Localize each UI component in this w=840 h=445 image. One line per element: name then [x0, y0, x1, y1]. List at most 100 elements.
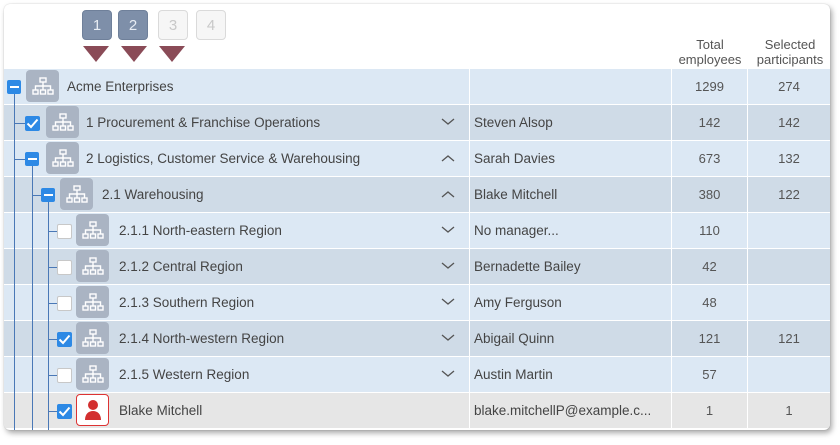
manager-name: Blake Mitchell [474, 187, 558, 202]
org-unit-name: 2 Logistics, Customer Service & Warehous… [86, 151, 361, 166]
chevron-up-icon[interactable] [440, 151, 456, 165]
manager-name: Austin Martin [474, 367, 553, 382]
org-unit-row[interactable]: 2 Logistics, Customer Service & Warehous… [4, 141, 830, 177]
org-unit-row[interactable]: 2.1.2 Central Region Bernadette Bailey 42 [4, 249, 830, 285]
org-chart-icon [76, 250, 109, 282]
total-employees-value: 110 [699, 223, 720, 238]
level-2-marker [121, 46, 147, 62]
org-unit-name: 1 Procurement & Franchise Operations [86, 115, 321, 130]
chevron-down-icon[interactable] [440, 223, 456, 237]
level-2-button[interactable]: 2 [118, 10, 148, 40]
chevron-up-icon[interactable] [440, 187, 456, 201]
org-chart-icon [76, 322, 109, 354]
person-name: Blake Mitchell [119, 403, 203, 418]
org-unit-row[interactable]: 2.1.3 Southern Region Amy Ferguson 48 [4, 285, 830, 321]
select-checkbox[interactable] [25, 116, 40, 131]
manager-name: Abigail Quinn [474, 331, 555, 346]
org-chart-icon [76, 214, 109, 246]
manager-name: Sarah Davies [474, 151, 556, 166]
tree-connector-line [48, 339, 57, 340]
org-chart-icon [46, 106, 79, 138]
selected-participants-value: 122 [778, 187, 800, 202]
selected-participants-header: Selected participants [756, 37, 824, 67]
select-checkbox[interactable] [57, 296, 72, 311]
tree-connector-line [48, 231, 57, 232]
selected-participants-value: 132 [778, 151, 800, 166]
org-unit-name: 2.1 Warehousing [102, 187, 204, 202]
level-1-button[interactable]: 1 [82, 10, 112, 40]
level-3-button[interactable]: 3 [158, 10, 188, 40]
tree-connector-line [48, 303, 57, 304]
user-icon [76, 394, 109, 426]
tree-connector-line [14, 94, 15, 430]
selected-participants-value [748, 357, 830, 392]
total-employees-value: 673 [698, 151, 721, 166]
org-unit-row[interactable]: 2.1.5 Western Region Austin Martin 57 [4, 357, 830, 393]
tree-connector-line [48, 267, 57, 268]
org-chart-icon [76, 358, 109, 390]
total-employees-header: Total employees [678, 37, 742, 67]
org-chart-icon [60, 178, 93, 210]
name-cell [4, 393, 469, 428]
total-employees-value: 48 [702, 295, 717, 310]
org-unit-row[interactable]: Acme Enterprises 1299 274 [4, 69, 830, 105]
tree-connector-line [48, 411, 57, 412]
total-employees-value: 380 [698, 187, 721, 202]
person-email: blake.mitchellP@example.c... [474, 403, 652, 418]
selected-participants-value: 142 [778, 115, 800, 130]
manager-name [470, 69, 671, 104]
chevron-down-icon[interactable] [440, 367, 456, 381]
person-row[interactable]: Blake Mitchell blake.mitchellP@example.c.… [4, 393, 830, 429]
chevron-down-icon[interactable] [440, 115, 456, 129]
org-unit-row[interactable]: 2.1 Warehousing Blake Mitchell 380 122 [4, 177, 830, 213]
level-4-button[interactable]: 4 [196, 10, 226, 40]
manager-name: Amy Ferguson [474, 295, 562, 310]
tree-connector-line [32, 166, 33, 430]
tree-connector-line [48, 202, 49, 430]
selected-participants-value: 1 [785, 403, 793, 418]
org-unit-name: Acme Enterprises [67, 79, 174, 94]
chevron-down-icon[interactable] [440, 259, 456, 273]
total-employees-value: 42 [702, 259, 717, 274]
org-unit-name: 2.1.3 Southern Region [119, 295, 255, 310]
org-unit-name: 2.1.2 Central Region [119, 259, 243, 274]
tree-connector-line [14, 159, 25, 160]
org-unit-row[interactable]: 2.1.4 North-western Region Abigail Quinn 1… [4, 321, 830, 357]
org-unit-row[interactable]: 1 Procurement & Franchise Operations Stev… [4, 105, 830, 141]
select-checkbox[interactable] [57, 260, 72, 275]
total-employees-value: 57 [702, 367, 717, 382]
org-tree-panel: 1 2 3 4 Total employees Selected partici… [4, 4, 830, 430]
chevron-down-icon[interactable] [440, 331, 456, 345]
tree-connector-line [48, 375, 57, 376]
selected-participants-value: 274 [778, 79, 800, 94]
chevron-down-icon[interactable] [440, 295, 456, 309]
selected-participants-value [748, 249, 830, 284]
total-employees-value: 1299 [695, 79, 724, 94]
org-unit-name: 2.1.1 North-eastern Region [119, 223, 282, 238]
manager-name: Steven Alsop [474, 115, 553, 130]
select-checkbox[interactable] [57, 224, 72, 239]
tree-connector-line [32, 195, 41, 196]
select-checkbox[interactable] [57, 332, 72, 347]
org-chart-icon [46, 142, 79, 174]
org-unit-name: 2.1.4 North-western Region [119, 331, 285, 346]
total-employees-value: 142 [698, 115, 721, 130]
select-checkbox[interactable] [57, 368, 72, 383]
org-unit-row[interactable]: 2.1.1 North-eastern Region No manager... 1… [4, 213, 830, 249]
level-1-marker [83, 46, 109, 62]
manager-name: Bernadette Bailey [474, 259, 581, 274]
collapse-toggle[interactable] [25, 152, 39, 166]
selected-participants-value [748, 285, 830, 320]
select-checkbox[interactable] [57, 404, 72, 419]
org-chart-icon [26, 70, 59, 102]
total-employees-value: 1 [705, 403, 714, 418]
org-chart-icon [76, 286, 109, 318]
manager-name: No manager... [474, 223, 559, 238]
org-unit-name: 2.1.5 Western Region [119, 367, 250, 382]
selected-participants-value [748, 213, 830, 248]
selected-participants-value: 121 [778, 331, 800, 346]
collapse-toggle[interactable] [41, 188, 55, 202]
collapse-toggle[interactable] [7, 80, 21, 94]
level-3-marker [159, 46, 185, 62]
total-employees-value: 121 [698, 331, 721, 346]
